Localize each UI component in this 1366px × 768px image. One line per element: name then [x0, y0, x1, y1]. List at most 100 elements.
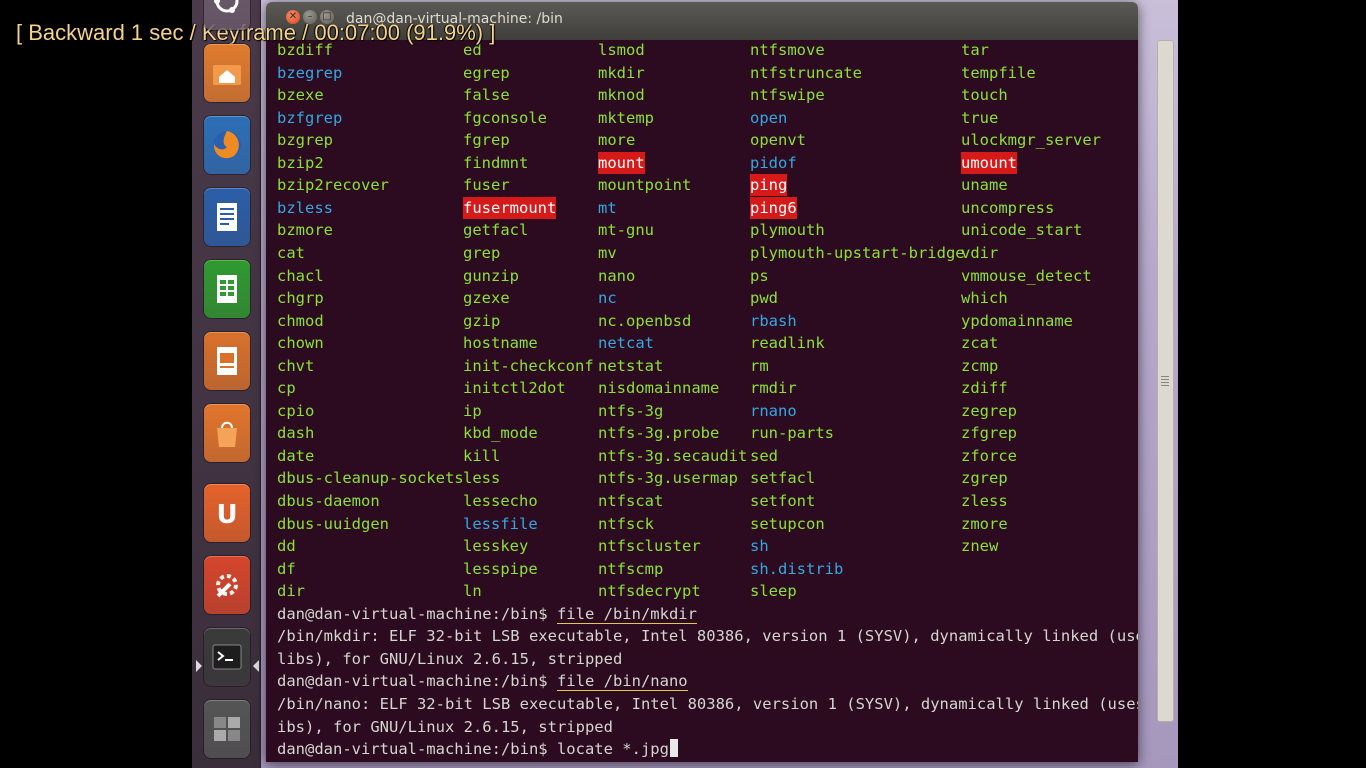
ls-entry: dash: [277, 424, 315, 443]
writer-icon: [217, 203, 237, 231]
ls-entry: plymouth: [750, 221, 825, 240]
ls-entry: open: [750, 108, 788, 127]
ls-entry: zcat: [961, 334, 999, 353]
ls-entry: bzgrep: [277, 131, 333, 150]
shell-prompt: dan@dan-virtual-machine:/bin$: [277, 740, 557, 759]
ls-entry: zdiff: [961, 379, 1008, 398]
ls-entry: ntfsck: [598, 514, 654, 533]
ls-entry: tar: [961, 41, 989, 59]
ls-entry: gunzip: [463, 266, 519, 285]
ls-entry: fgrep: [463, 131, 510, 150]
ls-entry: touch: [961, 86, 1008, 105]
ls-entry: bzless: [277, 198, 333, 217]
ls-entry: df: [277, 559, 296, 578]
launcher-libreoffice-calc-button[interactable]: [204, 260, 250, 318]
ls-entry: lsmod: [598, 41, 645, 59]
settings-wrench-icon: [216, 574, 238, 598]
ls-entry: fgconsole: [463, 108, 547, 127]
shopping-bag-icon: [217, 421, 237, 447]
ls-entry: dbus-uuidgen: [277, 514, 389, 533]
ls-entry: initctl2dot: [463, 379, 566, 398]
terminal-scrollbar[interactable]: [1157, 40, 1174, 722]
ls-entry: ntfsmove: [750, 41, 825, 59]
ls-entry: lessecho: [463, 492, 538, 510]
ls-entry: ping6: [750, 196, 797, 219]
ls-entry: ntfs-3g.usermap: [598, 469, 738, 488]
ls-entry: zmore: [961, 514, 1008, 533]
ls-entry: pidof: [750, 153, 797, 172]
ls-entry: bzip2: [277, 153, 324, 172]
folder-home-icon: [213, 65, 241, 85]
launcher-software-center-button[interactable]: [204, 404, 250, 462]
ls-entry: rnano: [750, 401, 797, 420]
ls-entry: dbus-cleanup-sockets: [277, 469, 464, 488]
ls-entry: chvt: [277, 356, 315, 375]
ls-entry: fuser: [463, 176, 510, 195]
ubuntu-logo-icon: [214, 0, 239, 13]
ls-entry: ntfs-3g.probe: [598, 424, 720, 443]
command-line: dan@dan-virtual-machine:/bin$ file /bin/…: [277, 670, 688, 692]
ls-entry: bzip2recover: [277, 176, 389, 195]
launcher-active-arrow-right-icon: [253, 660, 259, 672]
ls-entry: nano: [598, 266, 636, 285]
launcher-workspace-switcher-button[interactable]: [204, 700, 250, 758]
shell-prompt: dan@dan-virtual-machine:/bin$: [277, 604, 557, 623]
terminal-icon: [212, 644, 242, 670]
ls-entry: ntfs-3g.secaudit: [598, 446, 748, 465]
launcher-system-settings-button[interactable]: [204, 556, 250, 614]
workspace-icon: [214, 717, 240, 741]
ls-entry: openvt: [750, 131, 806, 150]
launcher-firefox-button[interactable]: [204, 116, 250, 174]
ls-entry: nisdomainname: [598, 379, 720, 398]
ls-entry: setupcon: [750, 514, 825, 533]
video-osd-message: [ Backward 1 sec / Keyframe / 00:07:00 (…: [16, 20, 496, 45]
ls-entry: dbus-daemon: [277, 492, 380, 510]
firefox-icon: [213, 131, 241, 159]
ls-entry: sh.distrib: [750, 559, 844, 578]
ls-entry: egrep: [463, 63, 510, 82]
ls-entry: tempfile: [961, 63, 1036, 82]
ls-entry: umount: [961, 151, 1017, 174]
ls-entry: znew: [961, 537, 999, 556]
launcher-libreoffice-writer-button[interactable]: [204, 188, 250, 246]
ls-entry: ntfsdecrypt: [598, 582, 701, 601]
launcher-home-folder-button[interactable]: [204, 44, 250, 102]
terminal-output[interactable]: bzdiff ed lsmod ntfsmove tar bzegrep egrep mkdi…: [266, 40, 1138, 762]
ls-entry: bzegrep: [277, 63, 343, 82]
ls-entry: zless: [961, 492, 1008, 510]
output-line: /bin/nano: ELF 32-bit LSB executable, In…: [277, 694, 1138, 713]
ls-entry: hostname: [463, 334, 538, 353]
launcher-libreoffice-impress-button[interactable]: [204, 332, 250, 390]
terminal-window: ✕ – □ dan@dan-virtual-machine: /bin bzdi…: [266, 2, 1138, 762]
ls-entry: ln: [463, 582, 482, 601]
ls-entry: mount: [598, 151, 645, 174]
ls-entry: nc.openbsd: [598, 311, 692, 330]
ls-entry: kill: [463, 446, 501, 465]
ls-entry: zfgrep: [961, 424, 1017, 443]
ls-entry: zcmp: [961, 356, 999, 375]
scrollbar-grip-icon[interactable]: [1161, 376, 1169, 386]
output-line: ibs), for GNU/Linux 2.6.15, stripped: [277, 717, 613, 736]
ls-entry: zgrep: [961, 469, 1008, 488]
ubuntu-one-icon: U: [216, 500, 237, 530]
ls-entry: ip: [463, 401, 482, 420]
launcher-ubuntu-one-button[interactable]: U: [204, 484, 250, 542]
ls-entry: unicode_start: [961, 221, 1083, 240]
launcher-dash-home-button[interactable]: [204, 0, 250, 30]
launcher-terminal-button[interactable]: [204, 628, 250, 686]
output-line: /bin/mkdir: ELF 32-bit LSB executable, I…: [277, 627, 1138, 646]
ls-entry: ntfscluster: [598, 537, 701, 556]
ls-entry: setfont: [750, 492, 816, 510]
ls-entry: rbash: [750, 311, 797, 330]
ls-entry: netstat: [598, 356, 664, 375]
ls-entry: findmnt: [463, 153, 529, 172]
ls-entry: chacl: [277, 266, 324, 285]
ls-entry: mt: [598, 198, 617, 217]
ls-entry: mktemp: [598, 108, 654, 127]
ls-entry: dd: [277, 537, 296, 556]
ls-entry: zforce: [961, 446, 1017, 465]
ls-entry: sleep: [750, 582, 797, 601]
output-line: libs), for GNU/Linux 2.6.15, stripped: [277, 649, 623, 668]
impress-icon: [217, 347, 237, 375]
ls-entry: uncompress: [961, 198, 1055, 217]
